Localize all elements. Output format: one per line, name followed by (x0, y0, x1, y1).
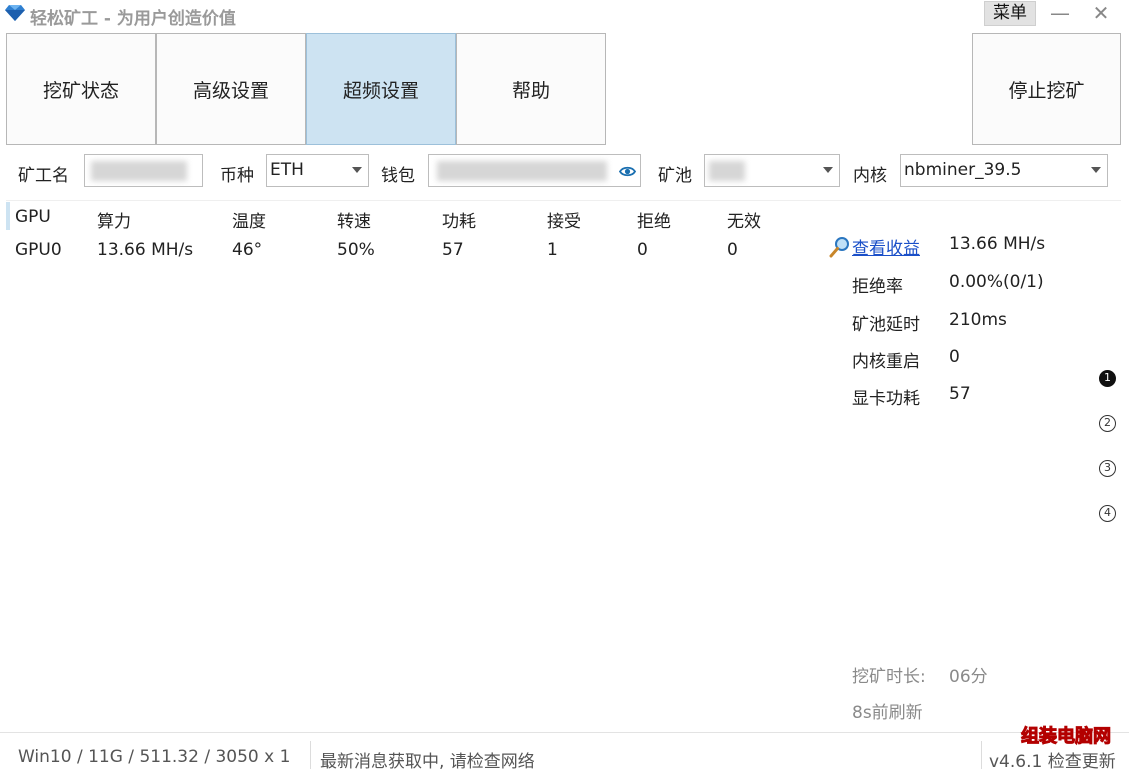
column-header-temperature: 温度 (232, 212, 266, 232)
miner-name-label: 矿工名 (18, 166, 69, 186)
wallet-input[interactable] (428, 154, 641, 187)
page-4-button[interactable]: 4 (1099, 505, 1116, 522)
check-update-link[interactable]: v4.6.1 检查更新 (989, 747, 1116, 772)
page-2-button[interactable]: 2 (1099, 415, 1116, 432)
system-info: Win10 / 11G / 511.32 / 3050 x 1 (18, 747, 291, 767)
pool-select[interactable] (704, 154, 840, 187)
pool-label: 矿池 (658, 166, 692, 186)
watermark-logo: 组装电脑网 (1021, 726, 1112, 748)
reject-rate-label: 拒绝率 (852, 277, 903, 297)
tab-mining-status[interactable]: 挖矿状态 (6, 33, 156, 145)
kernel-restart-label: 内核重启 (852, 352, 920, 372)
column-header-rejected: 拒绝 (637, 212, 671, 232)
mining-time-label: 挖矿时长: (852, 667, 926, 687)
chevron-down-icon (823, 167, 833, 173)
kernel-label: 内核 (853, 166, 887, 186)
tab-overclock-settings[interactable]: 超频设置 (306, 33, 456, 145)
refresh-status: 8s前刷新 (852, 703, 923, 723)
chevron-down-icon (352, 167, 362, 173)
chevron-down-icon (1091, 167, 1101, 173)
page-3-button[interactable]: 3 (1099, 460, 1116, 477)
miner-name-input[interactable] (84, 154, 203, 187)
column-header-accepted: 接受 (547, 212, 581, 232)
table-cell: 0 (727, 240, 738, 260)
coin-value: ETH (270, 160, 304, 180)
pool-latency-value: 210ms (949, 310, 1007, 330)
page-1-button[interactable]: 1 (1099, 370, 1116, 387)
redacted-text (437, 161, 607, 181)
kernel-select[interactable]: nbminer_39.5 (900, 154, 1108, 187)
gpu-power-label: 显卡功耗 (852, 389, 920, 409)
table-cell: 13.66 MH/s (97, 240, 194, 260)
stop-mining-button[interactable]: 停止挖矿 (972, 33, 1121, 145)
coin-label: 币种 (220, 166, 254, 186)
column-header-hashrate: 算力 (97, 212, 131, 232)
redacted-text (91, 161, 187, 181)
tab-help[interactable]: 帮助 (456, 33, 606, 145)
minimize-button[interactable]: — (1048, 0, 1072, 26)
divider (310, 741, 311, 769)
table-cell: 0 (637, 240, 648, 260)
table-cell: 46° (232, 240, 263, 260)
kernel-restart-value: 0 (949, 347, 960, 367)
mining-time-value: 06分 (949, 667, 988, 687)
news-message: 最新消息获取中, 请检查网络 (320, 752, 535, 772)
status-bar: Win10 / 11G / 511.32 / 3050 x 1 最新消息获取中,… (0, 732, 1129, 775)
close-button[interactable]: ✕ (1088, 0, 1114, 26)
table-cell: GPU0 (15, 240, 62, 260)
column-header-gpu: GPU (15, 207, 51, 227)
tab-advanced-settings[interactable]: 高级设置 (156, 33, 306, 145)
gpu-power-value: 57 (949, 384, 971, 404)
column-header-fan-speed: 转速 (337, 212, 371, 232)
gem-icon (5, 5, 25, 21)
column-header-invalid: 无效 (727, 212, 761, 232)
coin-select[interactable]: ETH (266, 154, 369, 187)
wallet-label: 钱包 (381, 166, 415, 186)
window-title: 轻松矿工 - 为用户创造价值 (30, 9, 236, 29)
divider (6, 200, 1121, 201)
redacted-text (709, 161, 745, 181)
view-earnings-link[interactable]: 查看收益 (852, 234, 920, 259)
pool-latency-label: 矿池延时 (852, 315, 920, 335)
column-header-power: 功耗 (442, 212, 476, 232)
table-header-accent (6, 202, 10, 230)
search-icon (829, 237, 849, 258)
table-cell: 57 (442, 240, 464, 260)
hashrate-value: 13.66 MH/s (949, 234, 1046, 254)
table-cell: 1 (547, 240, 558, 260)
kernel-value: nbminer_39.5 (904, 160, 1022, 180)
table-cell: 50% (337, 240, 375, 260)
eye-icon[interactable] (619, 163, 636, 180)
menu-button[interactable]: 菜单 (984, 1, 1036, 26)
title-bar: 轻松矿工 - 为用户创造价值 菜单 — ✕ (0, 0, 1129, 30)
reject-rate-value: 0.00%(0/1) (949, 272, 1044, 292)
divider (981, 741, 982, 769)
